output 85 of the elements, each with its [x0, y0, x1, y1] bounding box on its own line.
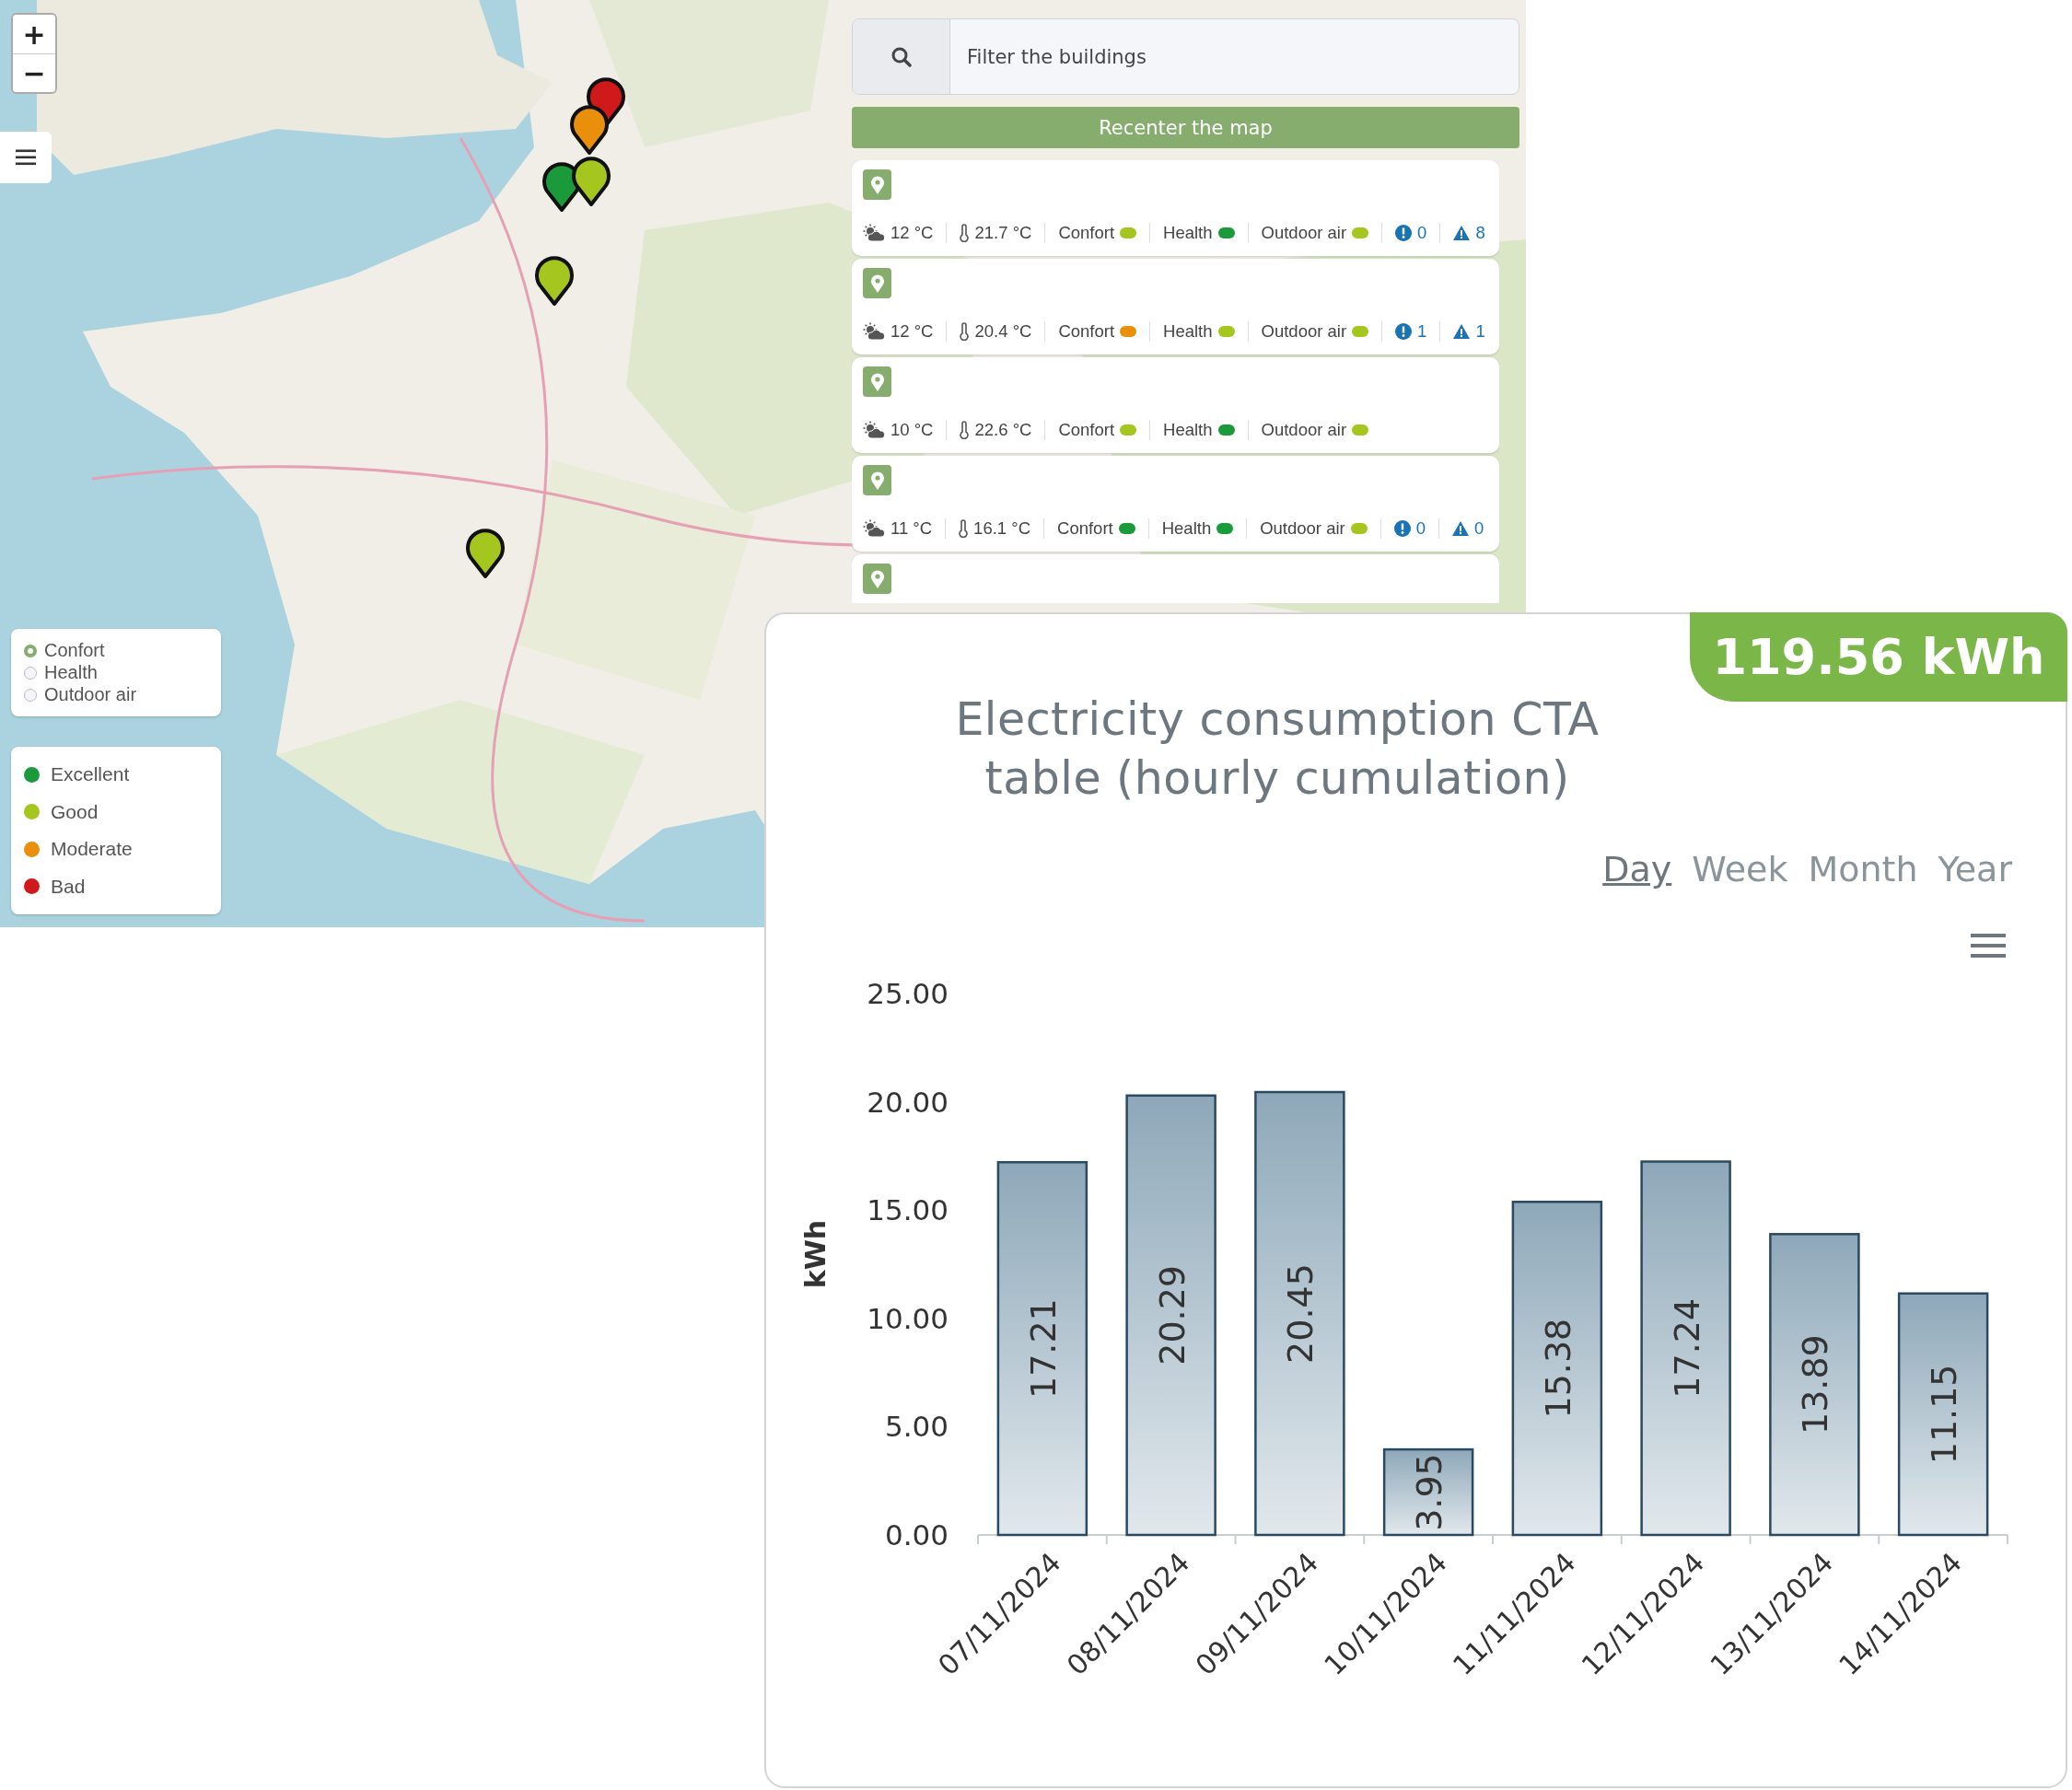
layer-radio[interactable]: Health [24, 662, 208, 683]
bar-value-label: 17.24 [1666, 1297, 1707, 1399]
indicator-label: Confort [1058, 223, 1115, 243]
axis-tick-label: 5.00 [884, 1410, 949, 1444]
menu-icon [16, 149, 36, 166]
map-pin[interactable] [534, 254, 575, 306]
indicator-label: Health [1163, 223, 1213, 243]
weather-icon [863, 519, 885, 538]
warning-icon [1453, 226, 1471, 240]
axis-title: kWh [799, 1219, 832, 1289]
zoom-out-button[interactable]: − [13, 53, 55, 92]
weather-icon [863, 224, 885, 242]
axis-tick-label: 0.00 [884, 1518, 949, 1552]
bar-value-label: 20.45 [1280, 1263, 1321, 1364]
legend-label: Good [51, 800, 99, 823]
location-pin-icon [863, 169, 891, 200]
axis-tick-label: 20.00 [867, 1085, 949, 1119]
building-card[interactable]: 11 °C 16.1 °C Confort Health Outdoor air 0 0 [852, 456, 1499, 552]
axis-tick-label: 10.00 [867, 1301, 949, 1335]
warning-icon [1452, 521, 1469, 536]
warning-icon [1453, 324, 1471, 339]
alert-count: 0 [1417, 223, 1427, 243]
search-input[interactable]: Filter the buildings [950, 19, 1519, 94]
search-icon [890, 46, 912, 67]
layer-radio[interactable]: Outdoor air [24, 684, 208, 705]
total-badge: 119.56 kWh [1690, 612, 2067, 702]
indoor-temperature: 22.6 °C [974, 420, 1032, 440]
warning-count: 0 [1474, 518, 1484, 539]
indoor-temperature: 16.1 °C [973, 518, 1030, 539]
bar-value-label: 17.21 [1022, 1298, 1064, 1399]
outdoor-temperature: 10 °C [890, 420, 934, 440]
axis-tick-label: 25.00 [867, 978, 949, 1010]
thermometer-icon [960, 224, 970, 242]
alert-icon [1395, 225, 1413, 241]
warning-count: 1 [1475, 321, 1485, 342]
indicator-label: Outdoor air [1261, 321, 1347, 342]
layer-radio[interactable]: Confort [24, 640, 208, 661]
weather-icon [863, 421, 885, 439]
chart-menu-icon[interactable] [1971, 934, 2006, 958]
outdoor-temperature: 11 °C [890, 518, 933, 539]
building-card[interactable]: 12 °C 21.7 °C Confort Health Outdoor air 0 8 [852, 160, 1499, 256]
indicator-label: Confort [1057, 518, 1113, 539]
location-pin-icon [863, 465, 891, 495]
indicator-label: Confort [1058, 321, 1115, 342]
axis-tick-label: 15.00 [867, 1193, 949, 1227]
thermometer-icon [960, 421, 970, 439]
indicator-label: Outdoor air [1261, 420, 1347, 440]
thermometer-icon [960, 322, 970, 341]
weather-icon [863, 322, 885, 341]
bar-value-label: 3.95 [1409, 1453, 1450, 1531]
alert-count: 0 [1415, 518, 1426, 539]
indicator-label: Health [1163, 420, 1213, 440]
indoor-temperature: 20.4 °C [974, 321, 1032, 342]
map-pin[interactable] [569, 103, 610, 155]
map-pin[interactable] [571, 155, 611, 206]
building-card[interactable]: 10 °C 22.6 °C Confort Health Outdoor air [852, 357, 1499, 453]
warning-count: 8 [1475, 223, 1485, 243]
legend-label: Excellent [51, 763, 130, 786]
indoor-temperature: 21.7 °C [974, 223, 1032, 243]
legend-label: Moderate [51, 838, 133, 861]
indicator-label: Outdoor air [1261, 223, 1347, 243]
indicator-label: Health [1163, 321, 1213, 342]
indicator-label: Confort [1058, 420, 1115, 440]
bar-value-label: 13.89 [1795, 1334, 1836, 1435]
bar-value-label: 11.15 [1924, 1364, 1965, 1465]
location-pin-icon [863, 366, 891, 397]
legend-label: Bad [51, 875, 86, 898]
location-pin-icon [863, 268, 891, 298]
alert-icon [1393, 520, 1411, 537]
outdoor-temperature: 12 °C [890, 223, 934, 243]
building-card[interactable]: 12 °C 20.4 °C Confort Health Outdoor air 1 1 [852, 259, 1499, 355]
indicator-label: Health [1161, 518, 1212, 539]
thermometer-icon [959, 519, 969, 538]
map-pin[interactable] [465, 527, 506, 578]
location-pin-icon [863, 564, 891, 594]
indicator-label: Outdoor air [1260, 518, 1345, 539]
alert-icon [1395, 323, 1413, 340]
search-field[interactable]: Filter the buildings [852, 18, 1519, 95]
outdoor-temperature: 12 °C [890, 321, 934, 342]
chart-title: Electricity consumption CTA table (hourly cumulation) [954, 692, 1601, 807]
bar-value-label: 20.29 [1151, 1265, 1193, 1366]
menu-button[interactable] [0, 132, 52, 183]
alert-count: 1 [1417, 321, 1427, 342]
bar-value-label: 15.38 [1537, 1318, 1578, 1419]
period-tab[interactable]: Day [1602, 849, 1672, 889]
